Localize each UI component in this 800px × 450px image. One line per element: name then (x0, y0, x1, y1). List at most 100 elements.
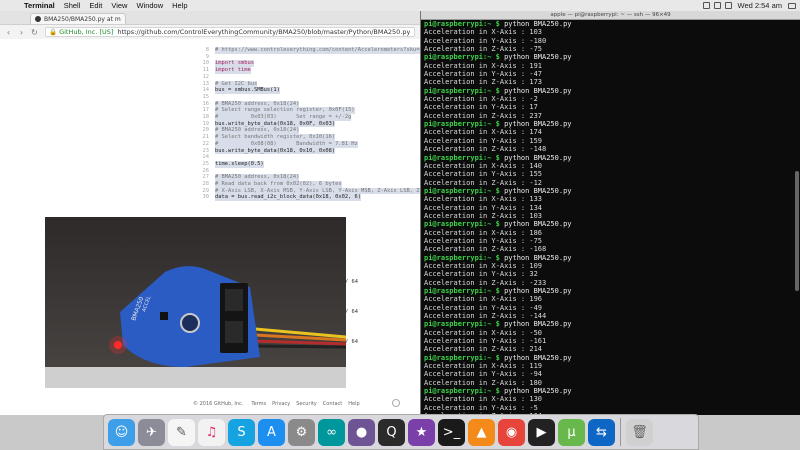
line-number[interactable]: 12 (195, 74, 215, 81)
pages-icon[interactable]: ✎ (168, 418, 195, 446)
code-text: bus.write_byte_data(0x18, 0x0F, 0x03) (215, 120, 336, 128)
terminal-command-line: pi@raspberrypi:~ $ python BMA250.py (424, 254, 792, 262)
line-number[interactable]: 10 (195, 60, 215, 67)
reading-value: 103 (529, 28, 543, 37)
github-logo-icon[interactable] (392, 399, 400, 407)
reading-label: Acceleration in Z-Axis : (424, 178, 530, 187)
app-store-icon[interactable]: A (258, 418, 285, 446)
line-number[interactable]: 28 (195, 181, 215, 188)
wifi-icon[interactable] (702, 2, 710, 9)
menu-help[interactable]: Help (172, 1, 187, 10)
terminal-icon[interactable]: >_ (438, 418, 465, 446)
reading-value: 173 (529, 78, 543, 87)
code-text: bus.write_byte_data(0x18, 0x10, 0x08) (215, 147, 336, 155)
code-fragment: / 64 (345, 309, 358, 315)
back-icon[interactable]: ‹ (4, 28, 13, 37)
menu-terminal[interactable]: Terminal (24, 1, 55, 10)
footer-copyright: © 2016 GitHub, Inc. (193, 401, 244, 407)
chrome-icon[interactable]: ◉ (498, 418, 525, 446)
itunes-icon[interactable]: ♫ (198, 418, 225, 446)
terminal-reading-x: Acceleration in X-Axis : 186 (424, 229, 792, 237)
finder-icon[interactable]: ☺ (108, 418, 135, 446)
arduino-icon[interactable]: ∞ (318, 418, 345, 446)
reading-value: -49 (529, 303, 543, 312)
reload-icon[interactable]: ↻ (30, 28, 39, 37)
github-desktop-icon[interactable]: ● (348, 418, 375, 446)
reading-label: Acceleration in Y-Axis : (424, 103, 530, 112)
launchpad-icon[interactable]: ✈ (138, 418, 165, 446)
line-number[interactable]: 8 (195, 47, 215, 54)
terminal-reading-x: Acceleration in X-Axis : 103 (424, 28, 792, 36)
volume-icon[interactable] (724, 2, 732, 9)
terminal-prompt: pi@raspberrypi:~ $ (424, 86, 500, 95)
terminal-prompt: pi@raspberrypi:~ $ (424, 353, 500, 362)
reading-label: Acceleration in X-Axis : (424, 61, 530, 70)
line-number[interactable]: 21 (195, 134, 215, 141)
footer-link-security[interactable]: Security (296, 401, 317, 407)
line-number[interactable]: 17 (195, 107, 215, 114)
imovie-icon[interactable]: ★ (408, 418, 435, 446)
line-number[interactable]: 16 (195, 101, 215, 108)
line-number[interactable]: 20 (195, 127, 215, 134)
forward-icon[interactable]: › (17, 28, 26, 37)
terminal-command: python BMA250.py (504, 220, 572, 229)
terminal-prompt: pi@raspberrypi:~ $ (424, 53, 500, 62)
terminal-command: python BMA250.py (504, 86, 572, 95)
code-line: 19 bus.write_byte_data(0x18, 0x0F, 0x03) (195, 120, 420, 128)
line-number[interactable]: 11 (195, 67, 215, 74)
url-field[interactable]: 🔒 GitHub, Inc. [US] https://github.com/C… (45, 27, 415, 37)
terminal-output[interactable]: pi@raspberrypi:~ $ python BMA250.py Accel… (424, 20, 792, 429)
vlc-icon[interactable]: ▲ (468, 418, 495, 446)
line-number[interactable]: 29 (195, 188, 215, 195)
reading-value: 32 (529, 270, 538, 279)
line-number[interactable]: 25 (195, 161, 215, 168)
line-number[interactable]: 15 (195, 94, 215, 101)
footer-link-terms[interactable]: Terms (251, 401, 266, 407)
clock[interactable]: Wed 2:54 am (738, 1, 782, 10)
quicktime-icon[interactable]: Q (378, 418, 405, 446)
footer-link-privacy[interactable]: Privacy (272, 401, 290, 407)
code-line: 8 # https://www.controleverything.com/con… (195, 47, 420, 54)
reading-label: Acceleration in Y-Axis : (424, 70, 530, 79)
line-number[interactable]: 9 (195, 54, 215, 61)
media-player-icon[interactable]: ▶ (528, 418, 555, 446)
battery-icon[interactable] (713, 2, 721, 9)
trash-icon[interactable]: 🗑 (626, 418, 653, 446)
line-number[interactable]: 24 (195, 154, 215, 161)
line-number[interactable]: 26 (195, 168, 215, 175)
system-preferences-icon[interactable]: ⚙ (288, 418, 315, 446)
reading-value: -161 (529, 337, 547, 346)
line-number[interactable]: 27 (195, 174, 215, 181)
code-line: 20 # BMA250 address, 0x18(24) (195, 127, 420, 135)
reading-value: -144 (529, 312, 547, 321)
reading-label: Acceleration in Y-Axis : (424, 36, 530, 45)
browser-tab[interactable]: BMA250/BMA250.py at m (30, 13, 126, 24)
line-number[interactable]: 19 (195, 121, 215, 128)
line-number[interactable]: 23 (195, 148, 215, 155)
line-number[interactable]: 22 (195, 141, 215, 148)
utorrent-icon[interactable]: µ (558, 418, 585, 446)
reading-value: 119 (529, 362, 543, 371)
line-number[interactable]: 14 (195, 87, 215, 94)
menu-shell[interactable]: Shell (64, 1, 81, 10)
line-number[interactable]: 13 (195, 81, 215, 88)
spotlight-icon[interactable] (788, 2, 796, 9)
code-text: # https://www.controleverything.com/cont… (215, 47, 420, 54)
line-number[interactable]: 18 (195, 114, 215, 121)
apple-menu-icon[interactable] (8, 1, 18, 10)
terminal-scrollbar[interactable] (795, 171, 799, 291)
skype-icon[interactable]: S (228, 418, 255, 446)
menu-view[interactable]: View (111, 1, 127, 10)
sensor-board-image: BMA250 ACCEL (45, 217, 346, 388)
github-footer: © 2016 GitHub, Inc. Terms Privacy Securi… (193, 401, 360, 407)
code-text: # Read data back from 0x02(02), 6 bytes (215, 181, 342, 188)
terminal-reading-z: Acceleration in Z-Axis : 173 (424, 78, 792, 86)
reading-value: 214 (529, 345, 543, 354)
footer-link-help[interactable]: Help (348, 401, 359, 407)
terminal-reading-y: Acceleration in Y-Axis : 17 (424, 103, 792, 111)
menu-edit[interactable]: Edit (89, 1, 102, 10)
menu-window[interactable]: Window (136, 1, 163, 10)
teamviewer-icon[interactable]: ⇆ (588, 418, 615, 446)
footer-link-contact[interactable]: Contact (323, 401, 342, 407)
line-number[interactable]: 30 (195, 194, 215, 201)
